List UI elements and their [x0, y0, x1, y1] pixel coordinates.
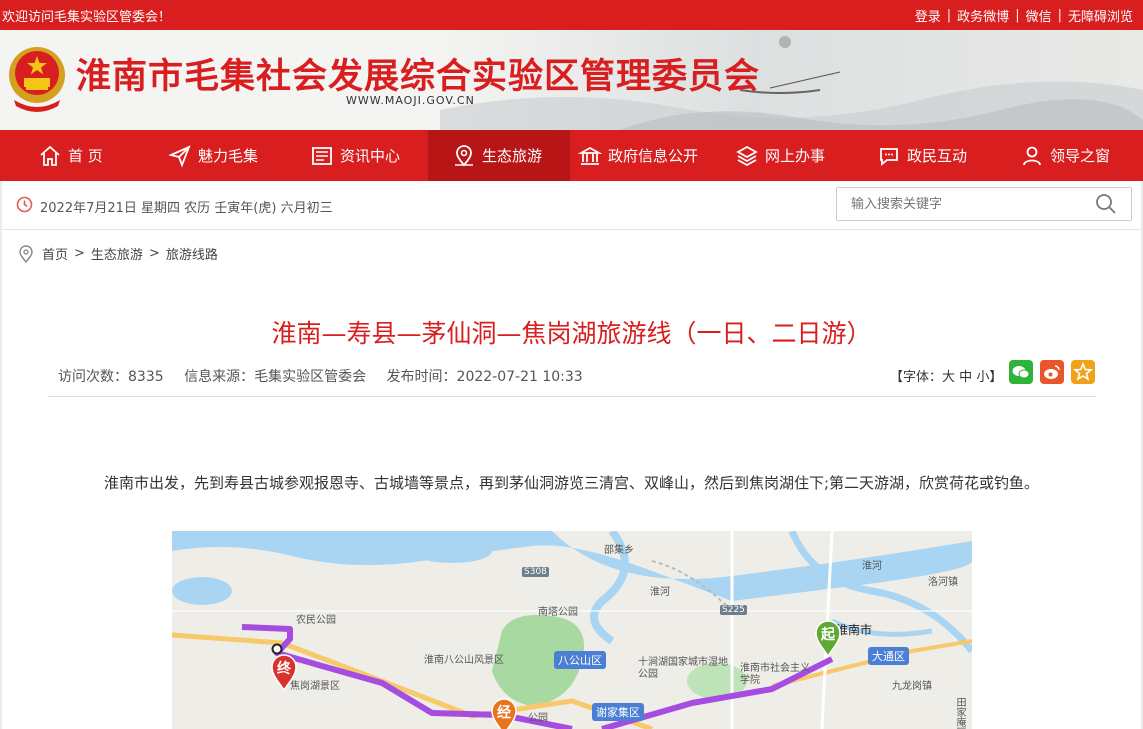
nav-item-online-services[interactable]: 网上办事 [735, 130, 825, 181]
breadcrumb-home[interactable]: 首页 [42, 244, 68, 263]
font-size-medium[interactable]: 中 [959, 370, 972, 385]
map-pin-icon [455, 144, 473, 166]
breadcrumb-routes[interactable]: 旅游线路 [166, 244, 218, 263]
map-label: 邵集乡 [604, 545, 634, 556]
map-label: 九龙岗镇 [892, 681, 932, 692]
government-building-icon [578, 146, 602, 165]
font-size-small[interactable]: 小 [976, 370, 989, 385]
map-label: 南塔公园 [538, 607, 578, 618]
divider: | [946, 8, 952, 23]
site-domain: WWW.MAOJI.GOV.CN [346, 94, 475, 107]
nav-item-charm-maoji[interactable]: 魅力毛集 [168, 130, 258, 181]
breadcrumb-separator: > [74, 246, 85, 261]
site-title: 淮南市毛集社会发展综合实验区管理委员会 [76, 56, 761, 97]
visit-count: 访问次数：8335 [58, 369, 164, 385]
divider: | [1015, 8, 1020, 23]
wechat-link[interactable]: 微信 [1020, 6, 1058, 25]
home-icon [40, 145, 60, 166]
nav-item-eco-tourism[interactable]: 生态旅游 [428, 130, 570, 181]
map-label: 淮南市社会主义学院 [740, 663, 810, 686]
map-label: 十涧湖国家城市湿地公园 [638, 657, 728, 680]
breadcrumb-eco-tourism[interactable]: 生态旅游 [91, 244, 143, 263]
map-district-label: 八公山区 [554, 651, 606, 669]
welcome-text: 欢迎访问毛集实验区管委会！ [2, 10, 172, 25]
weibo-link[interactable]: 政务微博 [951, 6, 1015, 25]
font-size-large[interactable]: 大 [942, 370, 955, 385]
nav-label: 政府信息公开 [608, 147, 699, 165]
star-icon [1072, 361, 1094, 381]
map-label: 公园 [528, 713, 548, 724]
route-end-marker[interactable]: 终 [270, 653, 298, 691]
article-paragraph: 淮南市出发，先到寿县古城参观报恩寺、古城墙等景点，再到茅仙洞游览三清宫、双峰山，… [103, 474, 1040, 492]
map-district-label: 大通区 [868, 647, 909, 665]
info-source: 信息来源：毛集实验区管委会 [184, 369, 367, 385]
map-label: 淮南八公山风景区 [424, 655, 504, 666]
layers-icon [736, 145, 758, 166]
nav-label: 生态旅游 [482, 147, 543, 165]
nav-item-news-center[interactable]: 资讯中心 [310, 130, 400, 181]
article-title: 淮南—寿县—茅仙洞—焦岗湖旅游线（一日、二日游） [271, 319, 872, 348]
publish-time: 发布时间：2022-07-21 10:33 [386, 369, 583, 385]
font-label-prefix: 【字体： [890, 370, 943, 385]
share-wechat-button[interactable] [1009, 360, 1033, 384]
nav-label: 网上办事 [765, 147, 826, 165]
nav-item-leaders[interactable]: 领导之窗 [1020, 130, 1110, 181]
nav-item-interaction[interactable]: 政民互动 [877, 130, 967, 181]
nav-label: 领导之窗 [1050, 147, 1111, 165]
search-input[interactable] [849, 194, 1083, 214]
date-search-bar: 2022年7月21日 星期四 农历 壬寅年(虎) 六月初三 [2, 181, 1141, 230]
divider [48, 396, 1096, 397]
breadcrumb-separator: > [148, 246, 160, 261]
location-icon [19, 244, 33, 263]
news-icon [312, 146, 332, 165]
nav-label: 魅力毛集 [198, 147, 259, 165]
accessibility-link[interactable]: 无障碍浏览 [1062, 6, 1139, 25]
top-links: 登录 | 政务微博 | 微信 | 无障碍浏览 [909, 6, 1139, 25]
login-link[interactable]: 登录 [909, 6, 947, 25]
nav-label: 政民互动 [907, 147, 968, 165]
weibo-icon [1044, 365, 1060, 379]
map-road-badge: S225 [720, 605, 747, 615]
search-icon[interactable] [1095, 193, 1117, 215]
user-icon [1023, 146, 1041, 165]
map-label: 淮河 [650, 587, 670, 598]
nav-label: 资讯中心 [340, 147, 401, 165]
article-meta: 访问次数：8335 信息来源：毛集实验区管委会 发布时间：2022-07-21 … [58, 366, 599, 386]
route-start-marker[interactable]: 起 [814, 619, 842, 657]
font-label-suffix: 】 [989, 370, 1003, 385]
marker-label: 经 [497, 705, 511, 721]
map-label: 农民公园 [296, 615, 336, 626]
nav-label: 首 页 [68, 147, 103, 165]
main-navigation: 首 页 魅力毛集 资讯中心 生态旅游 政府信息公开 网上办事 政民互动 领导之窗 [0, 130, 1143, 181]
map-label: 洛河镇 [928, 577, 958, 588]
share-weibo-button[interactable] [1040, 360, 1064, 384]
main-content: 首页 > 生态旅游 > 旅游线路 淮南—寿县—茅仙洞—焦岗湖旅游线（一日、二日游… [2, 230, 1141, 729]
route-via-marker[interactable]: 经 [490, 697, 518, 729]
route-map[interactable]: 邵集乡 淮河 淮河 洛河镇 农民公园 南塔公园 八公山区 淮南八公山风景区 十涧… [172, 531, 972, 729]
top-bar: 欢迎访问毛集实验区管委会！ 登录 | 政务微博 | 微信 | 无障碍浏览 [0, 0, 1143, 30]
chat-icon [880, 147, 898, 166]
marker-label: 起 [821, 627, 835, 643]
nav-item-home[interactable]: 首 页 [38, 130, 103, 181]
site-header: 淮南市毛集社会发展综合实验区管理委员会 WWW.MAOJI.GOV.CN [0, 30, 1143, 130]
wechat-icon [1012, 366, 1030, 379]
map-road-badge: S308 [522, 567, 549, 577]
nav-item-gov-info[interactable]: 政府信息公开 [578, 130, 698, 181]
national-emblem-logo[interactable] [6, 42, 68, 116]
map-label: 淮河 [862, 561, 882, 572]
paper-plane-icon [168, 144, 191, 168]
divider: | [1057, 8, 1062, 23]
marker-label: 终 [277, 661, 291, 677]
current-date: 2022年7月21日 星期四 农历 壬寅年(虎) 六月初三 [40, 201, 333, 216]
map-district-label: 谢家集区 [592, 703, 644, 721]
clock-icon [16, 196, 33, 213]
map-label: 田家庵区 [954, 697, 965, 729]
breadcrumb: 首页 > 生态旅游 > 旅游线路 [18, 244, 224, 263]
font-size-control: 【字体：大 中 小】 [890, 366, 1002, 385]
search-box [836, 187, 1132, 221]
share-favorite-button[interactable] [1071, 360, 1095, 384]
